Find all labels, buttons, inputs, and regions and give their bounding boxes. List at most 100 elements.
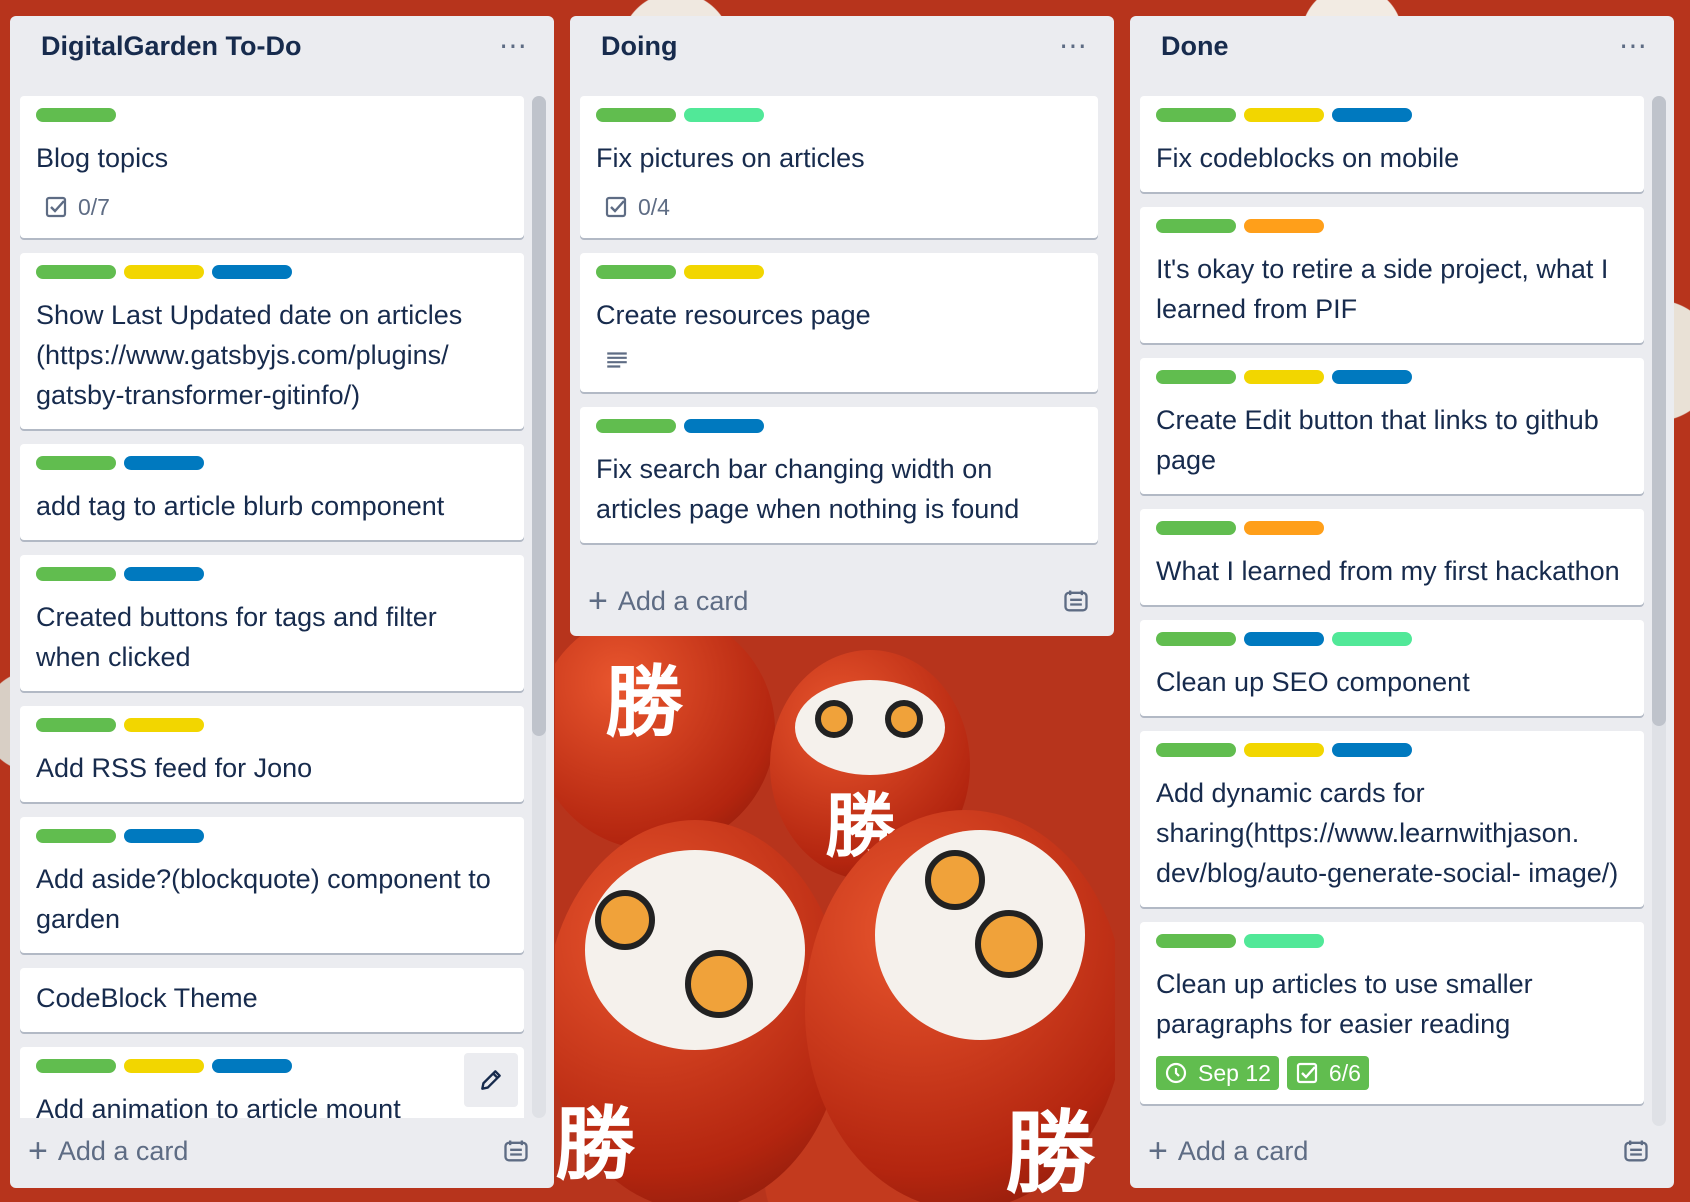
- plus-icon: +: [588, 582, 608, 620]
- label-orange[interactable]: [1244, 219, 1324, 233]
- add-card-button[interactable]: + Add a card: [588, 584, 748, 618]
- label-blue[interactable]: [124, 567, 204, 581]
- card[interactable]: It's okay to retire a side project, what…: [1140, 207, 1644, 343]
- label-blue[interactable]: [684, 419, 764, 433]
- label-green[interactable]: [36, 718, 116, 732]
- list-title[interactable]: Done: [1161, 31, 1229, 62]
- label-green[interactable]: [36, 108, 116, 122]
- card-title: add tag to article blurb component: [36, 491, 445, 521]
- label-yellow[interactable]: [684, 265, 764, 279]
- label-blue[interactable]: [1332, 370, 1412, 384]
- card-labels: [36, 265, 508, 279]
- card[interactable]: Clean up SEO component: [1140, 620, 1644, 716]
- label-yellow[interactable]: [124, 1059, 204, 1073]
- card-badges: Sep 12 6/6: [1156, 1056, 1628, 1090]
- label-green[interactable]: [1156, 521, 1236, 535]
- card-labels: [1156, 521, 1628, 535]
- card-title: Blog topics: [36, 143, 169, 173]
- card[interactable]: Add aside?(blockquote) component to gard…: [20, 817, 524, 953]
- edit-card-button[interactable]: [464, 1053, 518, 1107]
- list-title[interactable]: DigitalGarden To-Do: [41, 31, 302, 62]
- scrollbar-thumb[interactable]: [1652, 96, 1666, 726]
- add-card-row: + Add a card: [28, 1126, 530, 1176]
- label-lime[interactable]: [1332, 632, 1412, 646]
- card[interactable]: Add dynamic cards for sharing(https://ww…: [1140, 731, 1644, 907]
- card[interactable]: Fix pictures on articles 0/4: [580, 96, 1098, 238]
- card-title: Clean up SEO component: [1156, 667, 1470, 697]
- card[interactable]: Show Last Updated date on articles (http…: [20, 253, 524, 429]
- label-blue[interactable]: [124, 456, 204, 470]
- list-title[interactable]: Doing: [601, 31, 677, 62]
- label-blue[interactable]: [212, 1059, 292, 1073]
- card-labels: [1156, 370, 1628, 384]
- list-scrollbar[interactable]: [1652, 96, 1666, 1126]
- label-yellow[interactable]: [1244, 108, 1324, 122]
- card-labels: [36, 1059, 508, 1073]
- card-list: Fix codeblocks on mobile It's okay to re…: [1140, 96, 1644, 1126]
- card[interactable]: What I learned from my first hackathon: [1140, 509, 1644, 605]
- board-background: 勝 勝 勝 勝: [555, 630, 1115, 1202]
- card[interactable]: Add RSS feed for Jono: [20, 706, 524, 802]
- add-card-label: Add a card: [1177, 1135, 1309, 1166]
- list-header: Done ⋯: [1130, 16, 1674, 76]
- label-yellow[interactable]: [1244, 743, 1324, 757]
- card-title: Created buttons for tags and filter when…: [36, 602, 437, 672]
- label-green[interactable]: [1156, 632, 1236, 646]
- label-green[interactable]: [1156, 219, 1236, 233]
- list-scrollbar[interactable]: [532, 96, 546, 1118]
- scrollbar-thumb[interactable]: [532, 96, 546, 736]
- card-labels: [1156, 108, 1628, 122]
- label-green[interactable]: [36, 567, 116, 581]
- add-card-button[interactable]: + Add a card: [28, 1134, 188, 1168]
- label-blue[interactable]: [1332, 743, 1412, 757]
- due-date-badge[interactable]: Sep 12: [1156, 1056, 1279, 1090]
- label-orange[interactable]: [1244, 521, 1324, 535]
- clock-icon: [1165, 1062, 1187, 1084]
- card-labels: [1156, 743, 1628, 757]
- label-green[interactable]: [1156, 108, 1236, 122]
- label-green[interactable]: [1156, 934, 1236, 948]
- card[interactable]: add tag to article blurb component: [20, 444, 524, 540]
- label-blue[interactable]: [1244, 632, 1324, 646]
- card[interactable]: Blog topics 0/7: [20, 96, 524, 238]
- card[interactable]: Created buttons for tags and filter when…: [20, 555, 524, 691]
- label-blue[interactable]: [212, 265, 292, 279]
- template-icon[interactable]: [1622, 1137, 1650, 1165]
- card[interactable]: Fix codeblocks on mobile: [1140, 96, 1644, 192]
- template-icon[interactable]: [1062, 587, 1090, 615]
- template-icon[interactable]: [502, 1137, 530, 1165]
- more-horizontal-icon[interactable]: ⋯: [1619, 32, 1648, 60]
- card-labels: [596, 265, 1082, 279]
- label-green[interactable]: [1156, 370, 1236, 384]
- add-card-button[interactable]: + Add a card: [1148, 1134, 1308, 1168]
- card-labels: [596, 419, 1082, 433]
- label-yellow[interactable]: [124, 718, 204, 732]
- label-green[interactable]: [596, 265, 676, 279]
- card[interactable]: Clean up articles to use smaller paragra…: [1140, 922, 1644, 1104]
- label-green[interactable]: [596, 108, 676, 122]
- label-green[interactable]: [36, 1059, 116, 1073]
- checklist-complete-badge: 6/6: [1286, 1056, 1369, 1090]
- card[interactable]: Create Edit button that links to github …: [1140, 358, 1644, 494]
- label-green[interactable]: [36, 829, 116, 843]
- label-green[interactable]: [36, 456, 116, 470]
- more-horizontal-icon[interactable]: ⋯: [499, 32, 528, 60]
- card-title: Add RSS feed for Jono: [36, 753, 313, 783]
- label-yellow[interactable]: [1244, 370, 1324, 384]
- card-title: Create Edit button that links to github …: [1156, 405, 1599, 475]
- card[interactable]: Create resources page: [580, 253, 1098, 392]
- label-lime[interactable]: [684, 108, 764, 122]
- card[interactable]: Add animation to article mount: [20, 1047, 524, 1118]
- card[interactable]: Fix search bar changing width on article…: [580, 407, 1098, 543]
- label-blue[interactable]: [124, 829, 204, 843]
- label-blue[interactable]: [1332, 108, 1412, 122]
- more-horizontal-icon[interactable]: ⋯: [1059, 32, 1088, 60]
- label-green[interactable]: [1156, 743, 1236, 757]
- label-green[interactable]: [36, 265, 116, 279]
- card[interactable]: CodeBlock Theme: [20, 968, 524, 1032]
- label-yellow[interactable]: [124, 265, 204, 279]
- label-green[interactable]: [596, 419, 676, 433]
- card-list: Fix pictures on articles 0/4 Create reso…: [580, 96, 1098, 566]
- plus-icon: +: [28, 1132, 48, 1170]
- label-lime[interactable]: [1244, 934, 1324, 948]
